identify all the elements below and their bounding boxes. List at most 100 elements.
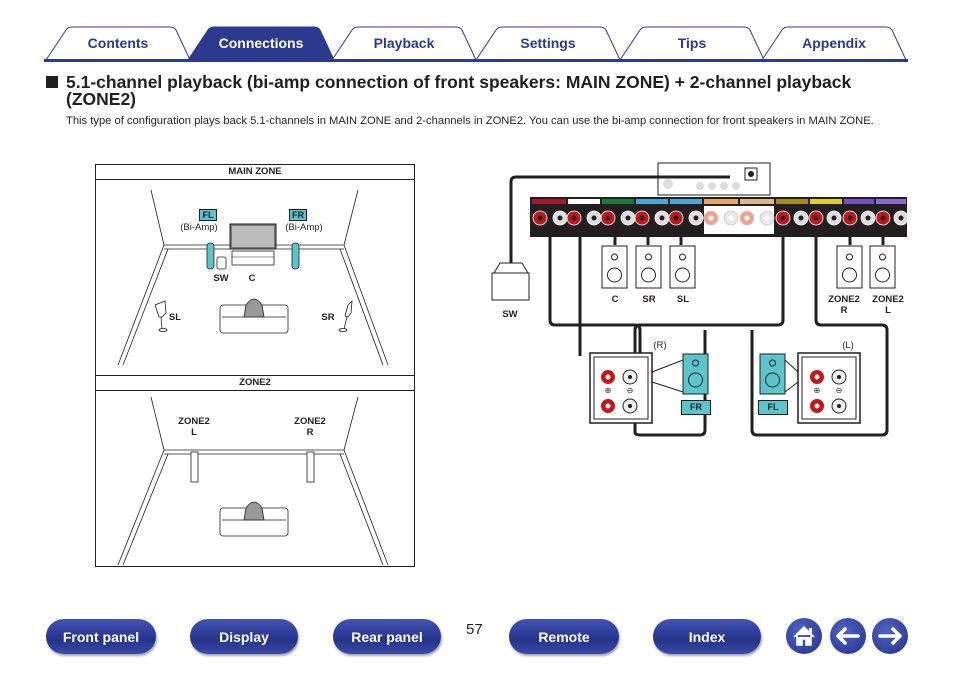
tab-tips[interactable]: Tips xyxy=(618,26,766,60)
terminal-post-center xyxy=(744,215,750,221)
c-label: C xyxy=(611,294,619,305)
surround-right-speaker-icon xyxy=(635,245,662,289)
zone2-r-label: ZONE2 R xyxy=(824,294,864,316)
biamp-left-label: (Bi-Amp) xyxy=(180,222,218,233)
zone2-sofa-listener-icon xyxy=(219,501,289,537)
terminal-post-center xyxy=(693,215,699,221)
sl-label: SL xyxy=(168,312,182,323)
back-button[interactable] xyxy=(830,618,866,654)
sr-label: SR xyxy=(321,312,335,323)
section-heading: 5.1-channel playback (bi-amp connection … xyxy=(46,73,906,108)
terminal-post-center xyxy=(625,215,631,221)
tab-label: Appendix xyxy=(802,35,866,51)
surround-right-speaker-icon xyxy=(338,299,353,332)
plus-symbol: ⊕ xyxy=(813,386,821,395)
terminal-post-center xyxy=(865,215,871,221)
minus-symbol: ⊖ xyxy=(835,386,843,395)
rear-panel-button[interactable]: Rear panel xyxy=(333,619,441,654)
fr-tag: FR xyxy=(289,209,307,221)
zone2-r-line2: R xyxy=(306,427,314,438)
zone2-room-walls xyxy=(117,396,389,566)
fr-tag: FR xyxy=(681,400,711,415)
terminal-post-center xyxy=(764,215,770,221)
zone2-l-label: ZONE2 L xyxy=(868,294,908,316)
tab-label: Tips xyxy=(677,35,707,51)
zone2-r-line2: R xyxy=(840,305,848,316)
preout-panel xyxy=(657,162,771,196)
biamp-right-label: (Bi-Amp) xyxy=(285,222,323,233)
terminal-post-center xyxy=(880,215,886,221)
zone2-r-line1: ZONE2 xyxy=(294,416,326,427)
terminal-post-center xyxy=(780,215,786,221)
fl-tag: FL xyxy=(199,209,217,221)
zone2-r-line1: ZONE2 xyxy=(828,294,860,305)
tv-icon xyxy=(229,223,277,266)
tab-bar: Contents Connections Playback Settings T… xyxy=(44,26,908,62)
front-left-speaker-icon xyxy=(206,242,215,270)
terminal-post-center xyxy=(605,215,611,221)
remote-button[interactable]: Remote xyxy=(509,619,619,654)
tab-contents[interactable]: Contents xyxy=(44,26,192,60)
minus-symbol: ⊖ xyxy=(626,386,634,395)
tab-label: Playback xyxy=(373,35,435,51)
terminal-post-center xyxy=(571,215,577,221)
subwoofer-icon xyxy=(491,262,530,301)
wiring-diagram: SW C SR SL ZONE2 R ZONE2 L (R) (L) FR FL… xyxy=(480,160,910,440)
square-bullet-icon xyxy=(46,76,58,88)
front-panel-button[interactable]: Front panel xyxy=(46,619,156,654)
zone2-l-line1: ZONE2 xyxy=(178,416,210,427)
display-button[interactable]: Display xyxy=(190,619,298,654)
description: This type of configuration plays back 5.… xyxy=(66,115,874,127)
surround-left-speaker-icon xyxy=(669,245,696,289)
terminal-post-center xyxy=(813,215,819,221)
terminal-post-center xyxy=(537,215,543,221)
zone2-l-line2: L xyxy=(885,305,891,316)
zone2-right-speaker-icon xyxy=(306,451,315,483)
tab-label: Connections xyxy=(218,35,304,51)
zone2-left-speaker-icon xyxy=(869,245,896,289)
surround-left-speaker-icon xyxy=(154,300,168,332)
sw-label: SW xyxy=(213,273,229,284)
room-layout-diagram: MAIN ZONE FL FR (Bi-Amp) (Bi-Amp) SW C S… xyxy=(95,164,415,567)
terminal-post-center xyxy=(639,215,645,221)
terminal-post-center xyxy=(708,215,714,221)
terminal-post-center xyxy=(591,215,597,221)
zone2-l-line1: ZONE2 xyxy=(872,294,904,305)
c-label: C xyxy=(248,273,256,284)
zone2-l-label: ZONE2 L xyxy=(174,416,214,438)
sw-label: SW xyxy=(502,309,518,320)
zone2-left-speaker-icon xyxy=(190,451,199,483)
terminal-post-center xyxy=(847,215,853,221)
forward-arrow-icon xyxy=(878,627,902,645)
zone2-l-line2: L xyxy=(191,427,197,438)
tab-settings[interactable]: Settings xyxy=(474,26,622,60)
terminal-post-center xyxy=(673,215,679,221)
room-illustration xyxy=(117,189,389,566)
back-arrow-icon xyxy=(836,627,860,645)
tab-label: Settings xyxy=(520,35,576,51)
zone2-right-speaker-icon xyxy=(836,245,863,289)
left-channel-label: (L) xyxy=(842,340,854,351)
center-speaker-icon xyxy=(601,245,628,289)
home-button[interactable] xyxy=(786,618,822,654)
sl-label: SL xyxy=(676,294,690,305)
terminal-post-center xyxy=(557,215,563,221)
terminal-post-center xyxy=(831,215,837,221)
terminal-post-center xyxy=(659,215,665,221)
terminal-post-center xyxy=(798,215,804,221)
tab-underline xyxy=(44,59,908,62)
zone2-r-label: ZONE2 R xyxy=(290,416,330,438)
tab-connections[interactable]: Connections xyxy=(186,26,336,60)
tab-label: Contents xyxy=(87,35,149,51)
forward-button[interactable] xyxy=(872,618,908,654)
page-number: 57 xyxy=(466,621,483,638)
fl-tag: FL xyxy=(758,400,788,415)
sr-label: SR xyxy=(642,294,656,305)
terminal-post-center xyxy=(728,215,734,221)
sofa-listener-icon xyxy=(219,298,289,334)
right-channel-label: (R) xyxy=(653,340,667,351)
tab-playback[interactable]: Playback xyxy=(330,26,478,60)
subwoofer-icon xyxy=(216,256,227,270)
index-button[interactable]: Index xyxy=(653,619,761,654)
tab-appendix[interactable]: Appendix xyxy=(760,26,908,60)
